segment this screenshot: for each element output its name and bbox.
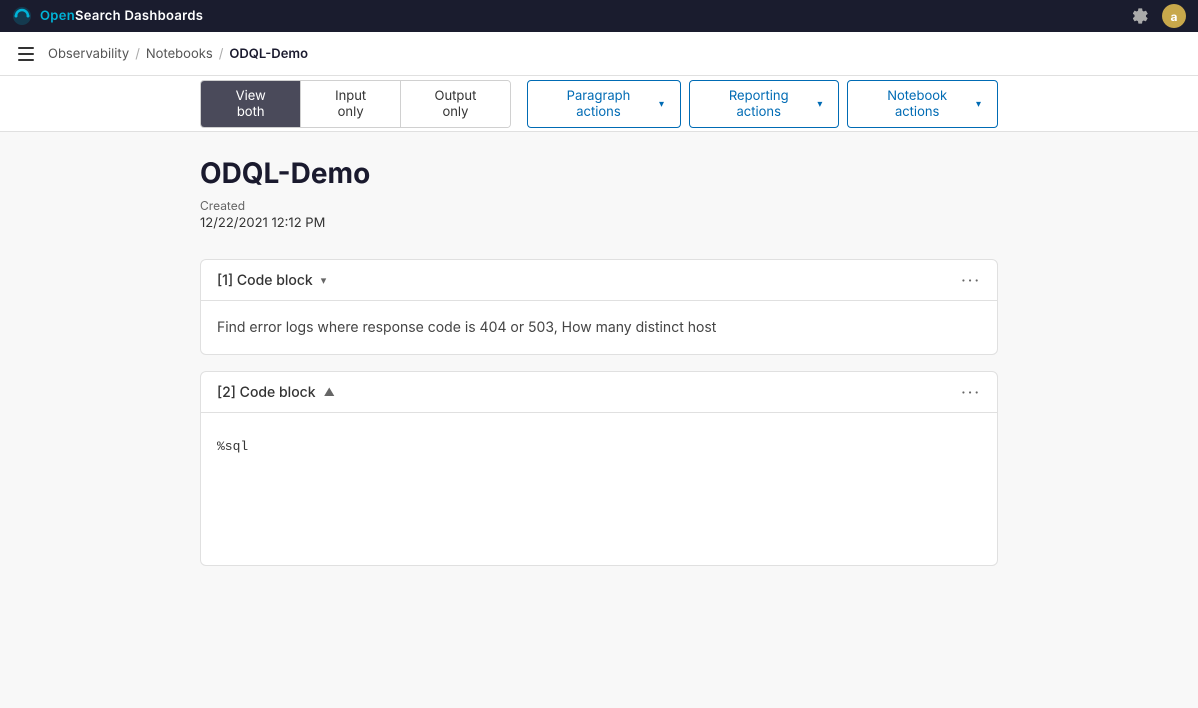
hamburger-line-1 [18, 47, 34, 49]
code-block-2: [2] Code block ▲ ··· %sql [200, 371, 998, 566]
code-block-1-body: Find error logs where response code is 4… [201, 301, 997, 354]
code-block-1-collapse-icon[interactable]: ▾ [321, 273, 327, 287]
code-block-2-code[interactable]: %sql [217, 429, 981, 549]
toolbar: View both Input only Output only Paragra… [0, 76, 1198, 132]
code-block-2-id: [2] Code block [217, 384, 316, 401]
code-block-2-collapse-icon[interactable]: ▲ [324, 385, 335, 399]
notebook-title: ODQL-Demo [200, 156, 998, 190]
notebook-actions-button[interactable]: Notebook actions ▾ [847, 80, 998, 128]
user-avatar[interactable]: a [1162, 4, 1186, 28]
topbar-right: a [1130, 4, 1186, 28]
code-block-1-title: [1] Code block ▾ [217, 272, 326, 289]
logo: OpenSearch Dashboards [12, 6, 203, 26]
code-block-1-menu-button[interactable]: ··· [961, 270, 981, 290]
view-toggle-group: View both Input only Output only [200, 80, 511, 128]
notebook-meta: Created 12/22/2021 12:12 PM [200, 198, 998, 231]
paragraph-actions-button[interactable]: Paragraph actions ▾ [527, 80, 681, 128]
settings-icon-btn[interactable] [1130, 5, 1152, 27]
code-block-2-menu-button[interactable]: ··· [961, 382, 981, 402]
code-block-1-text: Find error logs where response code is 4… [217, 317, 981, 338]
hamburger-line-2 [18, 53, 34, 55]
breadcrumb-sep-2: / [219, 46, 224, 62]
code-block-1-id: [1] Code block [217, 272, 313, 289]
code-block-1-header: [1] Code block ▾ ··· [201, 260, 997, 301]
reporting-actions-button[interactable]: Reporting actions ▾ [689, 80, 839, 128]
breadcrumb-observability[interactable]: Observability [48, 46, 129, 62]
output-only-button[interactable]: Output only [401, 81, 510, 127]
reporting-actions-label: Reporting actions [706, 88, 811, 120]
notebook-actions-label: Notebook actions [864, 88, 970, 120]
secondbar: Observability / Notebooks / ODQL-Demo [0, 32, 1198, 76]
input-only-button[interactable]: Input only [301, 81, 401, 127]
breadcrumb-current: ODQL-Demo [229, 46, 308, 62]
notebook-created-date: 12/22/2021 12:12 PM [200, 215, 998, 231]
logo-text: OpenSearch Dashboards [40, 8, 203, 24]
breadcrumb-notebooks[interactable]: Notebooks [146, 46, 213, 62]
breadcrumb: Observability / Notebooks / ODQL-Demo [48, 46, 308, 62]
notebook-created-label: Created [200, 198, 998, 213]
topbar: OpenSearch Dashboards a [0, 0, 1198, 32]
hamburger-menu-button[interactable] [12, 40, 40, 68]
code-block-2-title: [2] Code block ▲ [217, 384, 335, 401]
main-content: ODQL-Demo Created 12/22/2021 12:12 PM [1… [0, 132, 1198, 708]
breadcrumb-sep-1: / [135, 46, 140, 62]
paragraph-actions-label: Paragraph actions [544, 88, 653, 120]
code-block-2-header: [2] Code block ▲ ··· [201, 372, 997, 413]
opensearch-logo-icon [12, 6, 32, 26]
hamburger-line-3 [18, 59, 34, 61]
code-block-2-body: %sql [201, 413, 997, 565]
code-block-1: [1] Code block ▾ ··· Find error logs whe… [200, 259, 998, 355]
notebook-actions-chevron-icon: ▾ [976, 98, 981, 110]
view-both-button[interactable]: View both [201, 81, 301, 127]
reporting-actions-chevron-icon: ▾ [817, 98, 822, 110]
paragraph-actions-chevron-icon: ▾ [659, 98, 664, 110]
